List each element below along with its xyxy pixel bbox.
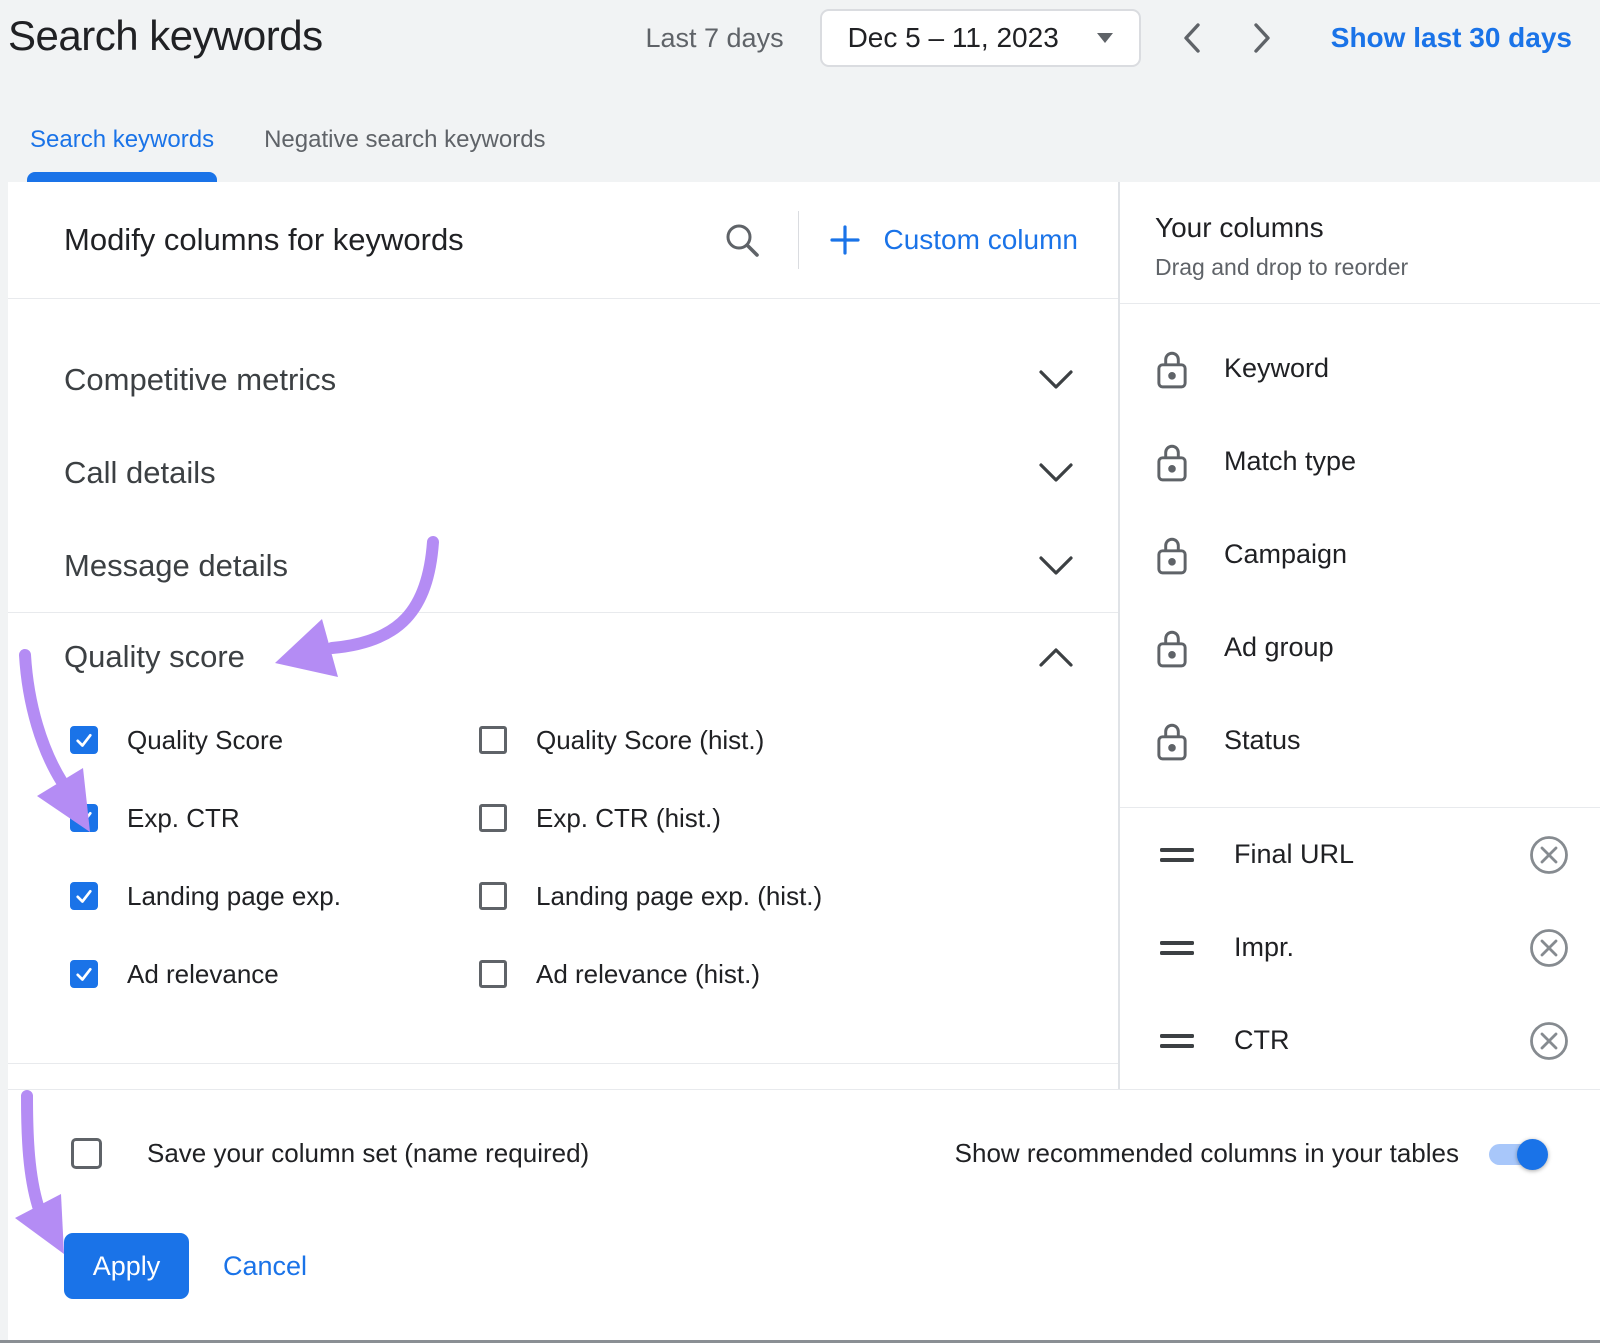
plus-icon bbox=[829, 224, 861, 256]
remove-final-url-button[interactable] bbox=[1528, 834, 1570, 876]
section-call-details[interactable]: Call details bbox=[8, 426, 1118, 519]
option-ad-relevance[interactable]: Ad relevance bbox=[70, 935, 479, 1013]
draggable-column-ctr[interactable]: CTR bbox=[1120, 994, 1600, 1087]
lock-icon bbox=[1155, 534, 1189, 576]
modify-columns-header: Modify columns for keywords bbox=[8, 182, 1118, 299]
recommended-columns-toggle[interactable] bbox=[1489, 1139, 1545, 1169]
checkbox-ad-relevance-hist[interactable] bbox=[479, 960, 507, 988]
tab-bar: Search keywords Negative search keywords bbox=[30, 126, 546, 182]
drag-handle-icon[interactable] bbox=[1160, 1033, 1194, 1049]
lock-icon bbox=[1155, 720, 1189, 762]
draggable-column-impr[interactable]: Impr. bbox=[1120, 901, 1600, 994]
show-last-30-days-link[interactable]: Show last 30 days bbox=[1331, 22, 1572, 54]
search-button[interactable] bbox=[722, 220, 762, 260]
locked-columns-list: Keyword Match type Cam bbox=[1120, 304, 1600, 808]
recommended-columns-row: Show recommended columns in your tables bbox=[955, 1138, 1545, 1169]
your-columns-subtitle: Drag and drop to reorder bbox=[1155, 254, 1580, 281]
save-column-set-checkbox[interactable] bbox=[71, 1138, 102, 1169]
remove-ctr-button[interactable] bbox=[1528, 1020, 1570, 1062]
your-columns-panel: Your columns Drag and drop to reorder Ke… bbox=[1120, 182, 1600, 1089]
topbar: Search keywords Last 7 days Dec 5 – 11, … bbox=[0, 0, 1600, 182]
chevron-down-icon bbox=[1038, 462, 1074, 484]
locked-column-match-type: Match type bbox=[1120, 415, 1600, 508]
footer-options-row: Save your column set (name required) Sho… bbox=[8, 1090, 1600, 1169]
tab-negative-search-keywords[interactable]: Negative search keywords bbox=[264, 126, 545, 182]
footer: Save your column set (name required) Sho… bbox=[8, 1089, 1600, 1340]
date-controls: Last 7 days Dec 5 – 11, 2023 Show last 3… bbox=[645, 8, 1572, 68]
date-range-selector[interactable]: Dec 5 – 11, 2023 bbox=[820, 9, 1141, 67]
section-message-details[interactable]: Message details bbox=[8, 519, 1118, 612]
date-range-label: Last 7 days bbox=[645, 23, 783, 54]
header-actions: Custom column bbox=[722, 211, 1078, 269]
modify-columns-panel: Modify columns for keywords bbox=[8, 182, 1120, 1089]
option-landing-page-exp[interactable]: Landing page exp. bbox=[70, 857, 479, 935]
quality-score-header[interactable]: Quality score bbox=[8, 613, 1118, 701]
draggable-column-final-url[interactable]: Final URL bbox=[1120, 808, 1600, 901]
page-title: Search keywords bbox=[8, 12, 323, 60]
check-icon bbox=[73, 727, 95, 753]
locked-column-keyword: Keyword bbox=[1120, 322, 1600, 415]
next-period-button[interactable] bbox=[1249, 21, 1275, 55]
toggle-knob bbox=[1517, 1139, 1548, 1170]
lock-icon bbox=[1155, 348, 1189, 390]
lock-icon bbox=[1155, 627, 1189, 669]
option-exp-ctr[interactable]: Exp. CTR bbox=[70, 779, 479, 857]
chevron-left-icon bbox=[1179, 21, 1205, 55]
main-panel: Modify columns for keywords bbox=[8, 182, 1600, 1089]
chevron-down-icon bbox=[1038, 369, 1074, 391]
chevron-up-icon bbox=[1038, 646, 1074, 668]
drag-handle-icon[interactable] bbox=[1160, 940, 1194, 956]
drag-handle-icon[interactable] bbox=[1160, 847, 1194, 863]
option-landing-page-exp-hist[interactable]: Landing page exp. (hist.) bbox=[479, 857, 1118, 935]
check-icon bbox=[73, 961, 95, 987]
custom-column-label: Custom column bbox=[883, 224, 1078, 256]
locked-column-campaign: Campaign bbox=[1120, 508, 1600, 601]
checkbox-landing-page-exp[interactable] bbox=[70, 882, 98, 910]
date-range-value: Dec 5 – 11, 2023 bbox=[848, 22, 1059, 54]
cancel-button[interactable]: Cancel bbox=[223, 1251, 307, 1282]
checkbox-landing-page-exp-hist[interactable] bbox=[479, 882, 507, 910]
chevron-down-icon bbox=[1038, 555, 1074, 577]
your-columns-header: Your columns Drag and drop to reorder bbox=[1120, 182, 1600, 304]
custom-column-button[interactable]: Custom column bbox=[829, 224, 1078, 256]
search-icon bbox=[722, 220, 762, 260]
checkbox-quality-score[interactable] bbox=[70, 726, 98, 754]
chevron-right-icon bbox=[1249, 21, 1275, 55]
apply-button[interactable]: Apply bbox=[64, 1233, 189, 1299]
modify-columns-page: Search keywords Last 7 days Dec 5 – 11, … bbox=[0, 0, 1600, 1343]
option-ad-relevance-hist[interactable]: Ad relevance (hist.) bbox=[479, 935, 1118, 1013]
lock-icon bbox=[1155, 441, 1189, 483]
checkbox-ad-relevance[interactable] bbox=[70, 960, 98, 988]
remove-impr-button[interactable] bbox=[1528, 927, 1570, 969]
section-quality-score: Quality score Quality Score bbox=[8, 612, 1118, 1064]
your-columns-title: Your columns bbox=[1155, 212, 1580, 244]
checkbox-exp-ctr-hist[interactable] bbox=[479, 804, 507, 832]
section-competitive-metrics[interactable]: Competitive metrics bbox=[8, 333, 1118, 426]
tab-search-keywords[interactable]: Search keywords bbox=[30, 126, 214, 182]
check-icon bbox=[73, 883, 95, 909]
footer-buttons: Apply Cancel bbox=[64, 1233, 307, 1299]
vertical-divider bbox=[798, 211, 799, 269]
remove-circle-icon bbox=[1528, 1020, 1570, 1062]
option-exp-ctr-hist[interactable]: Exp. CTR (hist.) bbox=[479, 779, 1118, 857]
caret-down-icon bbox=[1097, 33, 1113, 43]
modify-columns-title: Modify columns for keywords bbox=[64, 222, 464, 258]
locked-column-status: Status bbox=[1120, 694, 1600, 787]
save-column-set[interactable]: Save your column set (name required) bbox=[71, 1138, 589, 1169]
check-icon bbox=[73, 805, 95, 831]
previous-period-button[interactable] bbox=[1179, 21, 1205, 55]
remove-circle-icon bbox=[1528, 834, 1570, 876]
locked-column-ad-group: Ad group bbox=[1120, 601, 1600, 694]
checkbox-exp-ctr[interactable] bbox=[70, 804, 98, 832]
remove-circle-icon bbox=[1528, 927, 1570, 969]
option-quality-score-hist[interactable]: Quality Score (hist.) bbox=[479, 701, 1118, 779]
checkbox-quality-score-hist[interactable] bbox=[479, 726, 507, 754]
draggable-columns-list: Final URL Impr. bbox=[1120, 808, 1600, 1087]
save-column-set-label: Save your column set (name required) bbox=[147, 1138, 589, 1169]
quality-score-options: Quality Score Quality Score (hist.) Exp.… bbox=[8, 701, 1118, 1013]
metric-sections: Competitive metrics Call details Message… bbox=[8, 299, 1118, 612]
option-quality-score[interactable]: Quality Score bbox=[70, 701, 479, 779]
recommended-columns-label: Show recommended columns in your tables bbox=[955, 1138, 1459, 1169]
